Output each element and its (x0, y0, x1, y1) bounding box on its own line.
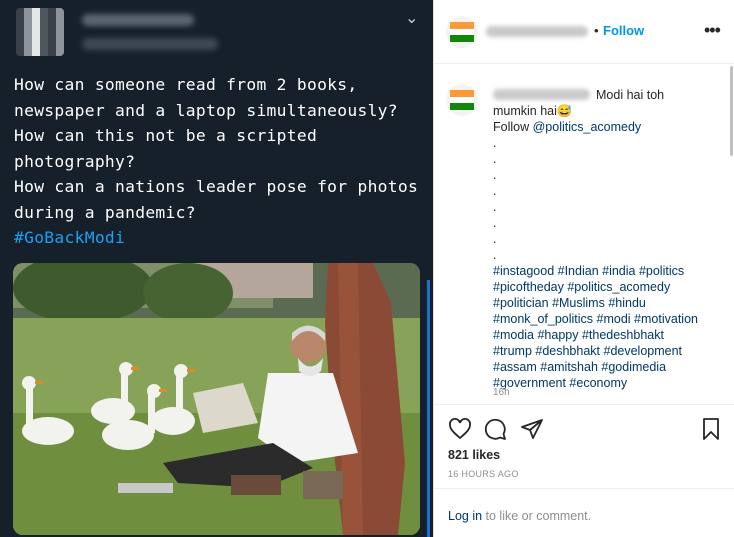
tweet-author-blurred (82, 14, 194, 26)
hashtag-line[interactable]: #monk_of_politics #modi #motivation (493, 311, 719, 327)
tweet-text: How can someone read from 2 books, newsp… (14, 72, 419, 251)
post-image[interactable]: ⌄ How can someone read from 2 books, new… (0, 0, 433, 537)
hashtag-line[interactable]: #picoftheday #politics_acomedy (493, 279, 719, 295)
post-header: • Follow ••• (434, 0, 734, 64)
avatar[interactable] (446, 16, 478, 48)
scrollbar-thumb[interactable] (730, 66, 733, 156)
caption: Modi hai toh mumkin hai😅 Follow @politic… (493, 87, 719, 391)
chevron-down-icon: ⌄ (405, 10, 419, 27)
caption-avatar[interactable] (446, 84, 478, 116)
tweet-hashtag: #GoBackModi (14, 228, 126, 247)
caption-line-2: mumkin hai😅 (493, 104, 573, 118)
caption-line-1: Modi hai toh (596, 88, 665, 102)
login-link[interactable]: Log in (448, 509, 482, 523)
tweet-avatar (16, 8, 64, 56)
caption-follow-line: Follow @politics_acomedy (493, 120, 642, 134)
tweet-handle-blurred (82, 38, 218, 50)
flag-icon (450, 22, 474, 42)
hashtag-line[interactable]: #government #economy (493, 375, 719, 391)
caption-timestamp[interactable]: 16h (493, 387, 510, 398)
hashtag-line[interactable]: #modia #happy #thedeshbhakt (493, 327, 719, 343)
separator-dot: • (594, 23, 599, 38)
comment-section: Log in to like or comment. (434, 488, 734, 537)
comment-icon[interactable] (483, 417, 507, 441)
mention-link[interactable]: @politics_acomedy (533, 120, 642, 134)
hashtag-line[interactable]: #instagood #Indian #india #politics (493, 263, 719, 279)
post-sidebar: • Follow ••• Modi hai toh mumkin hai😅 Fo… (433, 0, 734, 537)
likes-count[interactable]: 821 likes (448, 448, 500, 462)
login-prompt: Log in to like or comment. (448, 509, 592, 523)
hashtag-line[interactable]: #politician #Muslims #hindu (493, 295, 719, 311)
heart-icon[interactable] (448, 417, 472, 441)
hashtag-line[interactable]: #trump #deshbhakt #development (493, 343, 719, 359)
follow-button[interactable]: Follow (603, 23, 644, 38)
flag-icon (450, 90, 474, 110)
share-icon[interactable] (520, 417, 544, 441)
post-actions: 821 likes 16 HOURS AGO (434, 404, 734, 487)
hashtag-line[interactable]: #assam #amitshah #godimedia (493, 359, 719, 375)
bookmark-icon[interactable] (699, 417, 723, 441)
tweet-photo (13, 263, 420, 535)
username-blurred[interactable] (486, 26, 588, 37)
media-edge-highlight (427, 280, 430, 537)
post-timestamp[interactable]: 16 HOURS AGO (448, 469, 519, 479)
more-options-icon[interactable]: ••• (704, 20, 721, 41)
caption-dots: . . . . . . . . (493, 136, 497, 262)
